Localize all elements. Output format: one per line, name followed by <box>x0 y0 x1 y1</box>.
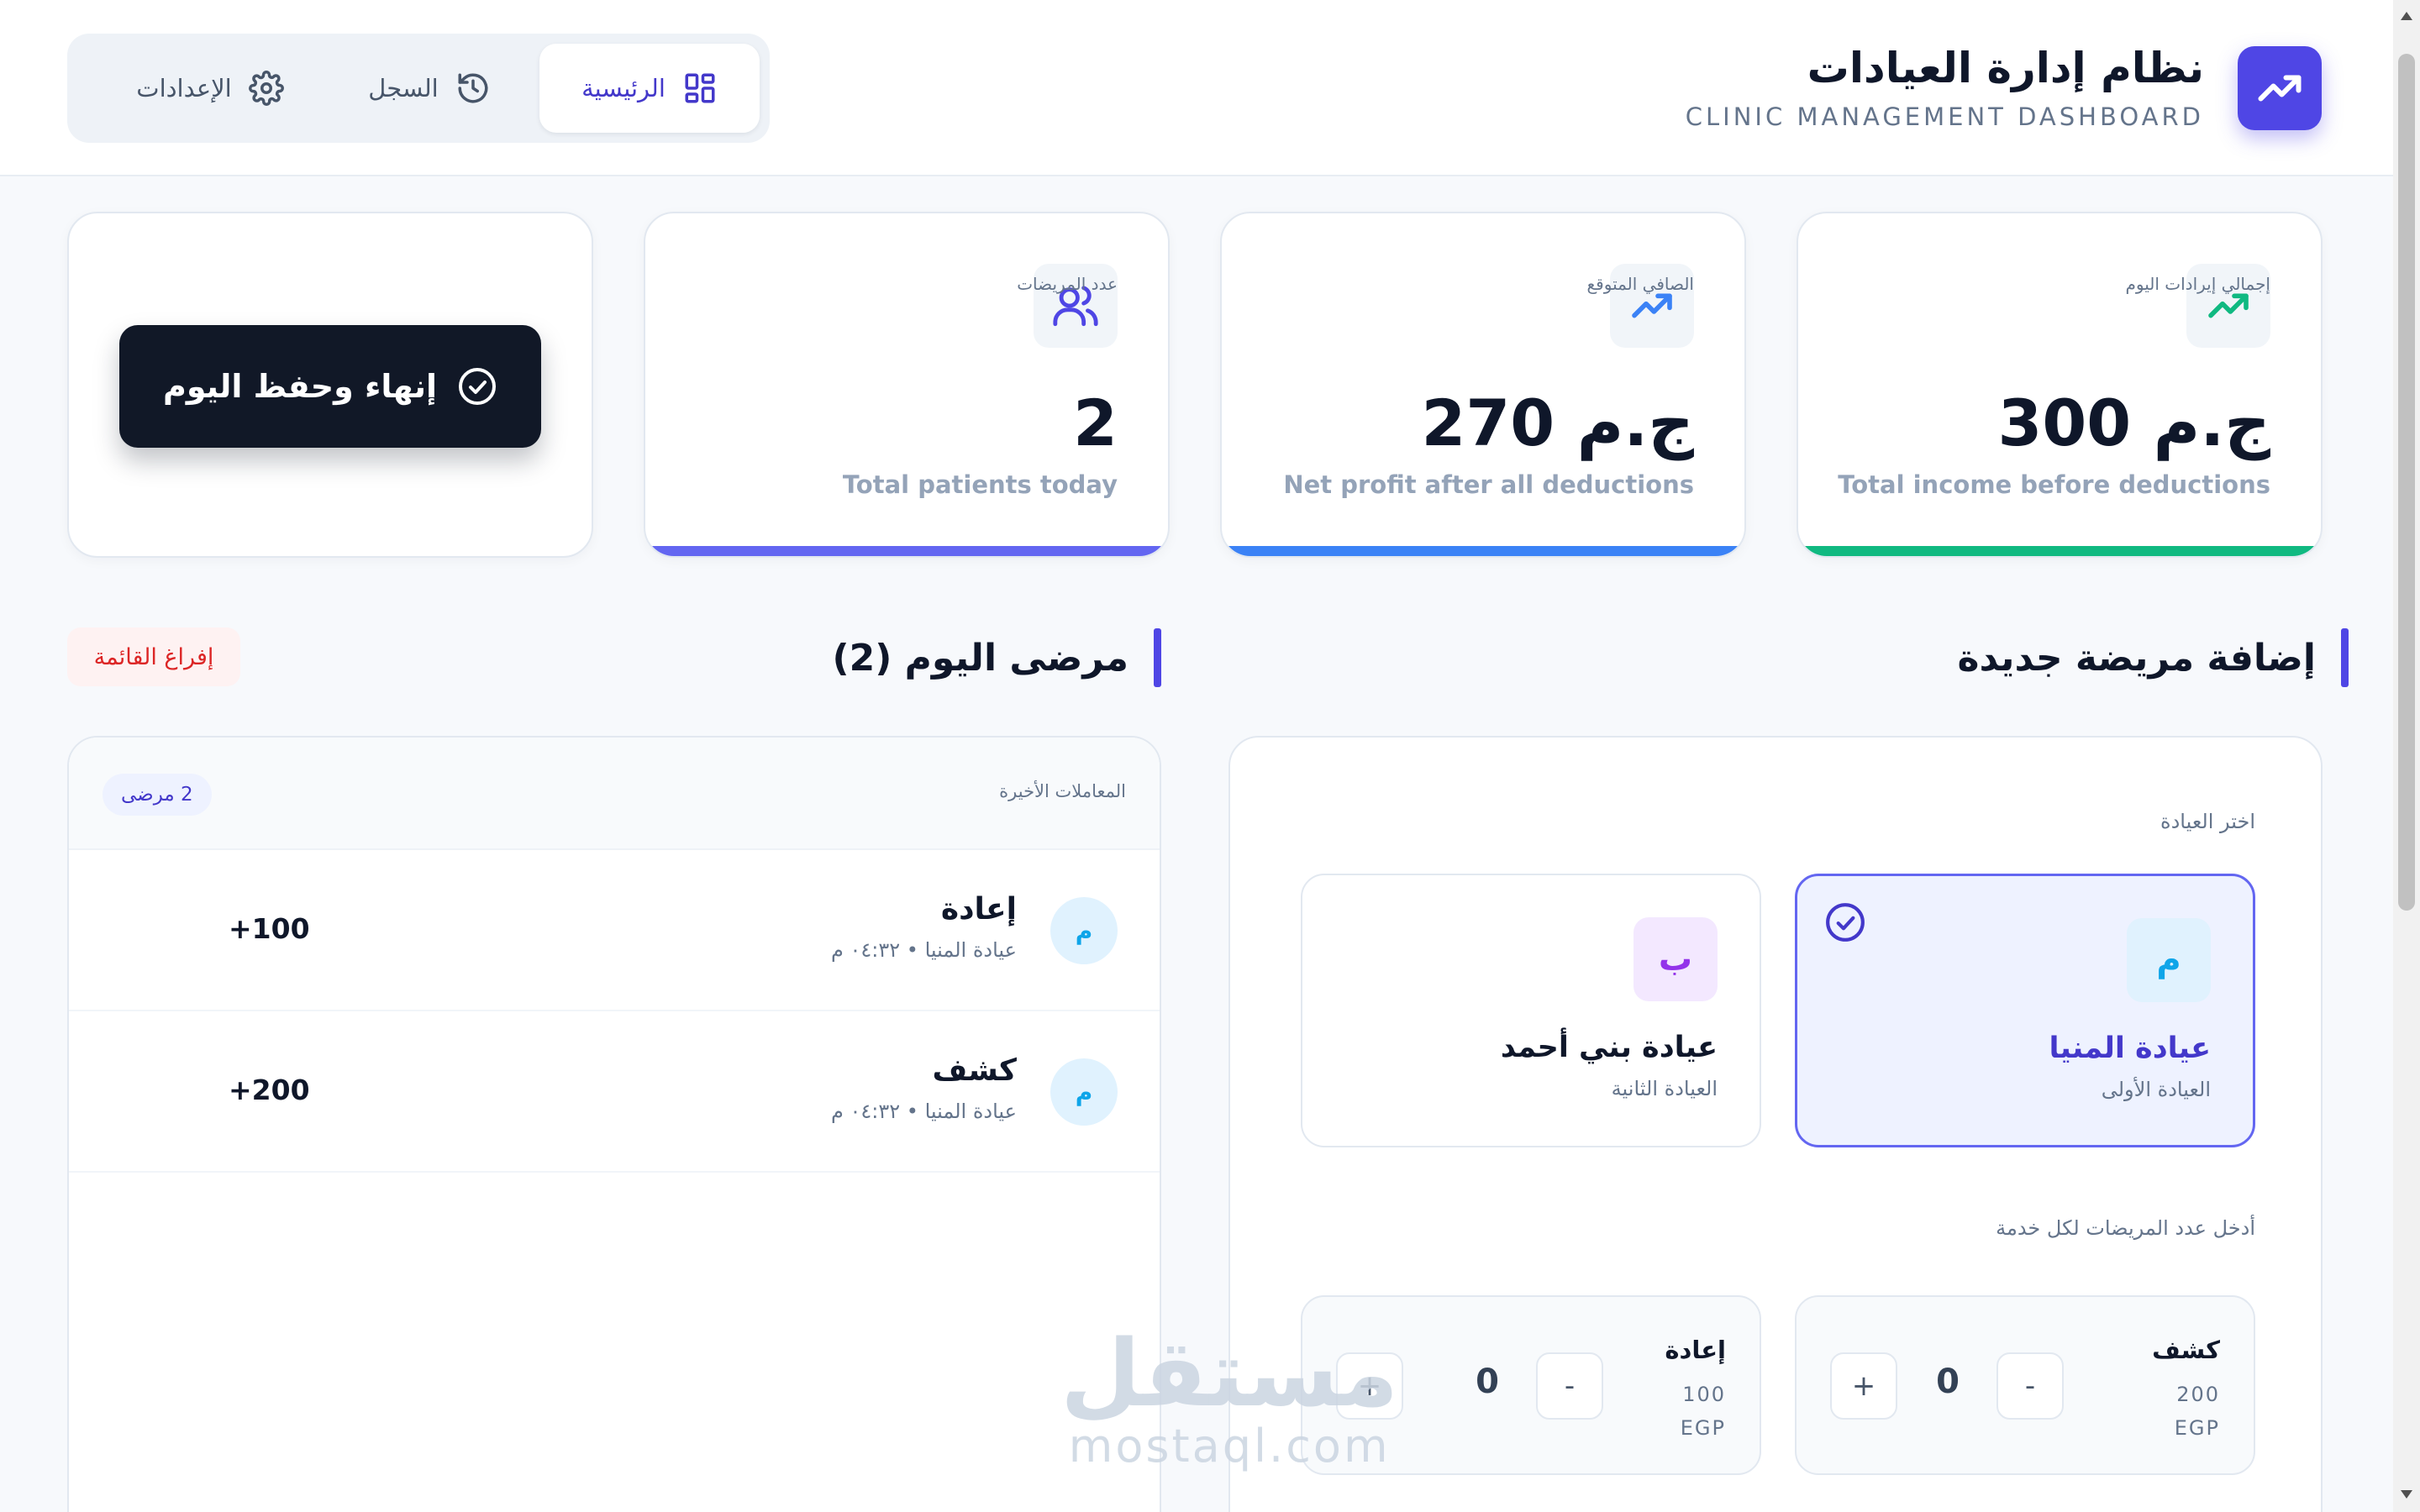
finish-button-label: إنهاء وحفظ اليوم <box>162 368 438 405</box>
count-value: 0 <box>1476 1362 1499 1401</box>
patients-count-label: أدخل عدد المريضات لكل خدمة <box>1996 1216 2255 1240</box>
tab-history[interactable]: السجل <box>319 44 539 133</box>
stat-accent-bar <box>1222 546 1744 556</box>
service-name: كشف <box>932 1053 1017 1088</box>
app-subtitle: CLINIC MANAGEMENT DASHBOARD <box>1685 102 2204 131</box>
stat-value: 2 <box>1073 386 1118 460</box>
trending-up-icon <box>2238 46 2322 130</box>
clinic-subtitle: العيادة الأولى <box>2101 1078 2211 1101</box>
clinic-subtitle: العيادة الثانية <box>1611 1077 1718 1100</box>
price-value: 200 <box>2176 1383 2220 1406</box>
today-patients-title: مرضى اليوم (2) <box>832 636 1128 680</box>
stat-value: 270 ج.م <box>1421 386 1694 460</box>
stat-label: عدد المريضات <box>1017 274 1118 294</box>
clinic-option-minya[interactable]: م عيادة المنيا العيادة الأولى <box>1795 874 2255 1147</box>
clinic-name: عيادة المنيا <box>2049 1032 2211 1065</box>
clear-list-button[interactable]: إفراغ القائمة <box>67 627 240 686</box>
heading-accent <box>2341 628 2349 687</box>
service-meta: عيادة المنيا • ٠٤:٣٢ م <box>831 1100 1017 1123</box>
scroll-down-arrow[interactable] <box>2401 1490 2412 1499</box>
service-price: 200 EGP <box>2175 1378 2220 1445</box>
choose-clinic-label: اختر العيادة <box>2160 810 2255 833</box>
app-title: نظام إدارة العيادات <box>1807 44 2204 92</box>
stat-card-income: إجمالي إيرادات اليوم 300 ج.م Total incom… <box>1797 212 2323 558</box>
history-icon <box>458 73 488 103</box>
clinic-name: عيادة بني أحمد <box>1500 1031 1718 1064</box>
amount: +200 <box>229 1074 310 1106</box>
price-currency: EGP <box>1680 1416 1726 1440</box>
stat-accent-bar <box>1798 546 2321 556</box>
stat-accent-bar <box>645 546 1168 556</box>
app-header: نظام إدارة العيادات CLINIC MANAGEMENT DA… <box>0 0 2393 176</box>
count-value: 0 <box>1936 1362 1960 1401</box>
check-circle-icon <box>459 368 497 405</box>
stat-caption: Net profit after all deductions <box>1283 470 1694 499</box>
decrement-button[interactable]: - <box>1536 1352 1603 1420</box>
watermark-latin: mostaql.com <box>1068 1420 1391 1473</box>
avatar: م <box>1050 1058 1118 1126</box>
patients-count-badge: 2 مرضى <box>103 774 212 816</box>
price-value: 100 <box>1682 1383 1726 1406</box>
list-item[interactable]: م كشف عيادة المنيا • ٠٤:٣٢ م +200 <box>69 1011 1160 1173</box>
service-name: إعادة <box>940 892 1017 927</box>
tab-settings[interactable]: الإعدادات <box>101 44 319 133</box>
service-name: كشف <box>2152 1336 2220 1364</box>
main-nav: الرئيسية السجل الإعدادات <box>67 34 770 143</box>
gear-icon <box>248 71 284 106</box>
service-name: إعادة <box>1665 1336 1726 1364</box>
amount: +100 <box>229 912 310 945</box>
grid-icon <box>685 73 715 103</box>
add-patient-heading: إضافة مريضة جديدة <box>1958 628 2349 687</box>
decrement-button[interactable]: - <box>1996 1352 2064 1420</box>
tab-history-label: السجل <box>368 74 439 102</box>
list-item[interactable]: م إعادة عيادة المنيا • ٠٤:٣٢ م +100 <box>69 850 1160 1011</box>
stat-card-net-profit: الصافي المتوقع 270 ج.م Net profit after … <box>1220 212 1746 558</box>
tab-settings-label: الإعدادات <box>136 74 232 102</box>
watermark: مستقل mostaql.com <box>1060 1327 1398 1473</box>
stat-caption: Total patients today <box>842 470 1118 499</box>
scrollbar[interactable] <box>2393 0 2420 1512</box>
avatar: م <box>1050 897 1118 964</box>
price-currency: EGP <box>2174 1416 2220 1440</box>
today-patients-heading: مرضى اليوم (2) <box>832 628 1161 687</box>
clinic-letter: ب <box>1634 917 1718 1001</box>
increment-button[interactable]: + <box>1830 1352 1897 1420</box>
service-meta: عيادة المنيا • ٠٤:٣٢ م <box>831 938 1017 962</box>
stat-label: الصافي المتوقع <box>1586 274 1694 294</box>
stat-label: إجمالي إيرادات اليوم <box>2125 274 2270 294</box>
service-price: 100 EGP <box>1681 1378 1726 1445</box>
clinic-option-bani-ahmed[interactable]: ب عيادة بني أحمد العيادة الثانية <box>1301 874 1761 1147</box>
today-patients-panel: المعاملات الأخيرة 2 مرضى م إعادة عيادة ا… <box>67 736 1161 1512</box>
heading-accent <box>1154 628 1161 687</box>
scrollbar-thumb[interactable] <box>2398 54 2415 911</box>
recent-transactions-label: المعاملات الأخيرة <box>999 781 1126 801</box>
scroll-up-arrow[interactable] <box>2401 12 2412 20</box>
tab-home-label: الرئيسية <box>581 74 666 102</box>
tab-home[interactable]: الرئيسية <box>539 44 760 133</box>
check-circle-icon <box>1824 901 1866 947</box>
clinic-letter: م <box>2127 918 2211 1002</box>
stat-card-patients: عدد المريضات 2 Total patients today <box>644 212 1170 558</box>
add-patient-title: إضافة مريضة جديدة <box>1957 636 2316 680</box>
patients-panel-header: المعاملات الأخيرة 2 مرضى <box>69 738 1160 850</box>
stat-caption: Total income before deductions <box>1838 470 2270 499</box>
watermark-arabic: مستقل <box>1060 1320 1399 1427</box>
stat-value: 300 ج.م <box>1997 386 2270 460</box>
finish-and-save-day-button[interactable]: إنهاء وحفظ اليوم <box>119 325 541 448</box>
service-card-exam: كشف 200 EGP - 0 + <box>1795 1295 2255 1475</box>
